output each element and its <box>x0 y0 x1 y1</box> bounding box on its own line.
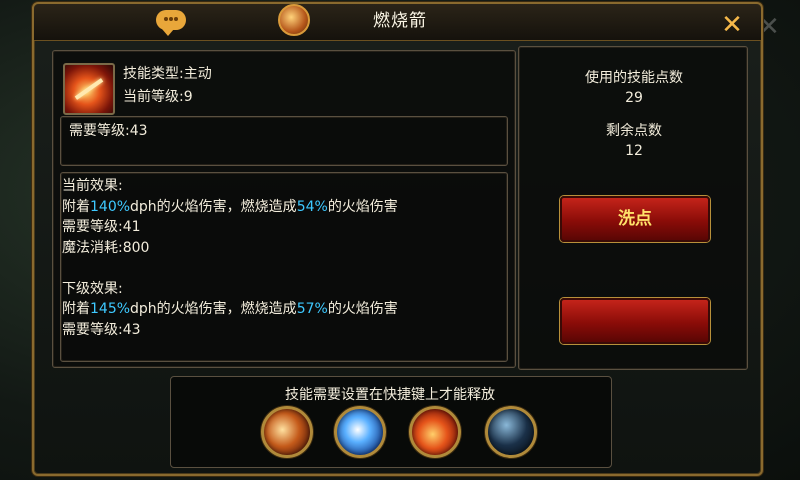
dark-orb-skill-slot-icon[interactable] <box>485 406 537 458</box>
next-effect-line: 附着145%dph的火焰伤害，燃烧造成57%的火焰伤害 <box>62 301 398 317</box>
required-level-label: 需要等级:43 <box>69 123 148 139</box>
effects-list[interactable]: 当前效果: 附着140%dph的火焰伤害，燃烧造成54%的火焰伤害 需要等级:4… <box>62 176 507 356</box>
used-points-label: 使用的技能点数 <box>585 70 683 86</box>
current-effect-header: 当前效果: <box>62 178 123 194</box>
ice-burst-skill-slot-icon[interactable] <box>334 406 386 458</box>
current-burn-percent: 54% <box>296 198 328 215</box>
close-button[interactable]: ✕ <box>718 12 746 40</box>
next-effect-header: 下级效果: <box>62 280 123 297</box>
remaining-points-value: 12 <box>625 143 643 159</box>
hotbar-hint: 技能需要设置在快捷键上才能释放 <box>285 387 495 403</box>
dialog-title: 燃烧箭 <box>373 11 427 31</box>
remaining-points-label: 剩余点数 <box>606 123 662 139</box>
skill-type-label: 技能类型:主动 <box>123 66 212 82</box>
next-required-level: 需要等级:43 <box>62 321 141 338</box>
next-damage-percent: 145% <box>90 301 131 317</box>
effects-spacer <box>62 258 507 279</box>
current-level-label: 当前等级:9 <box>123 89 193 105</box>
current-damage-percent: 140% <box>90 198 131 215</box>
fire-arrow-skill-icon <box>63 63 115 115</box>
current-mana-cost: 魔法消耗:800 <box>62 239 150 256</box>
fire-arrow-skill-slot-icon[interactable] <box>409 406 461 458</box>
current-effect-line: 附着140%dph的火焰伤害，燃烧造成54%的火焰伤害 <box>62 198 398 215</box>
next-burn-percent: 57% <box>296 301 328 317</box>
reset-points-button[interactable]: 洗点 <box>560 196 710 242</box>
current-required-level: 需要等级:41 <box>62 219 141 235</box>
used-points-value: 29 <box>625 90 643 106</box>
secondary-red-button[interactable] <box>560 298 710 344</box>
flame-arrow-skill-slot-icon[interactable] <box>261 406 313 458</box>
